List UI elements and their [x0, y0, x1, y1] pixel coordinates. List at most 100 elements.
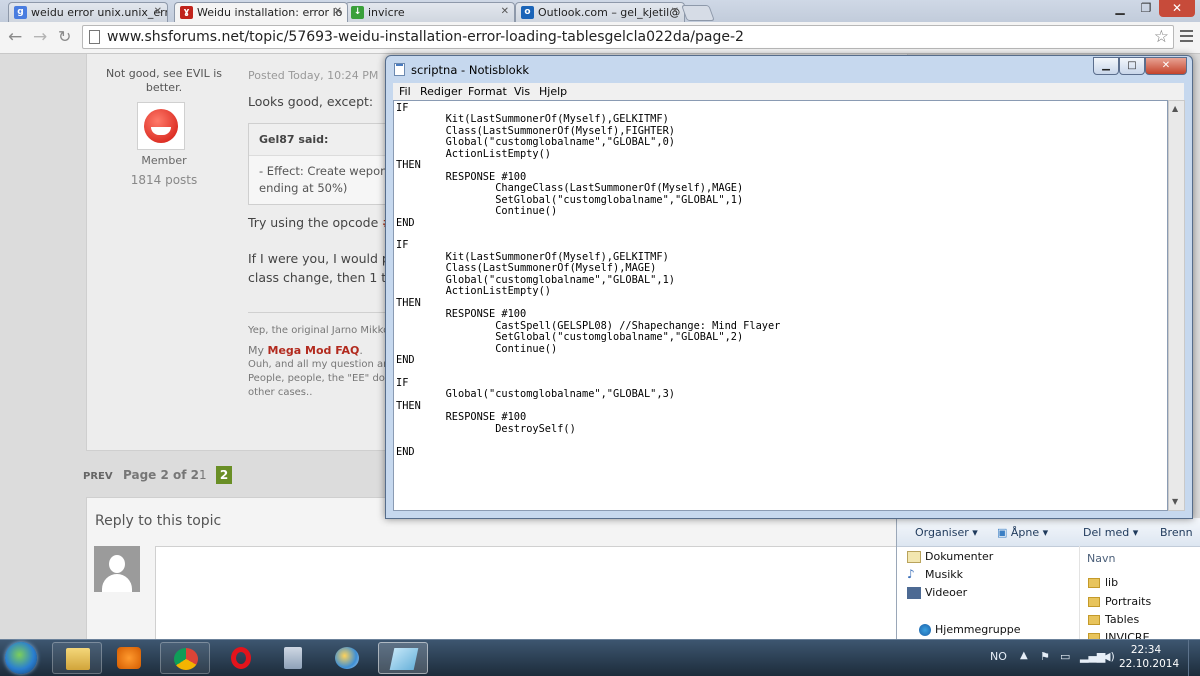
tab-close-icon[interactable]: ✕ — [154, 6, 162, 17]
volume-icon[interactable]: ◀) — [1102, 650, 1115, 663]
notepad-scrollbar[interactable]: ▲ ▼ — [1168, 100, 1185, 511]
command-label: Organiser — [915, 526, 969, 539]
scroll-down-icon[interactable]: ▼ — [1172, 497, 1178, 506]
explorer-window: Organiser ▾ ▣ Åpne ▾ Del med ▾ Brenn Dok… — [896, 518, 1200, 644]
post-line: Looks good, except: — [248, 94, 374, 109]
taskbar-notepad[interactable] — [378, 642, 428, 674]
taskbar-calculator[interactable] — [268, 642, 318, 674]
pagination-page-1[interactable]: 1 — [199, 468, 207, 482]
notepad-icon — [389, 648, 419, 670]
close-button[interactable]: ✕ — [1159, 0, 1195, 17]
system-clock[interactable]: 22:34 22.10.2014 — [1119, 643, 1180, 671]
menu-fil[interactable]: Fil — [399, 85, 411, 98]
quote-line: ending at 50%) — [259, 181, 348, 195]
signature-line: other cases.. — [248, 387, 313, 398]
reply-editor[interactable] — [155, 546, 907, 648]
devil-avatar-icon — [144, 109, 178, 143]
avatar-head — [109, 555, 125, 573]
taskbar-opera[interactable] — [216, 642, 266, 674]
battery-icon[interactable]: ▭ — [1060, 650, 1070, 663]
notepad-minimize-button[interactable]: ▁ — [1093, 57, 1119, 75]
nav-item-videos[interactable]: Videoer — [925, 586, 967, 599]
signature-line: Yep, the original Jarno Mikko — [248, 325, 390, 336]
back-icon[interactable]: ← — [8, 27, 22, 47]
pagination-label: Page 2 of 2 — [123, 468, 199, 482]
new-tab-button[interactable] — [681, 5, 715, 21]
show-hidden-icons[interactable]: ▲ — [1020, 650, 1028, 661]
minimize-button[interactable]: ▁ — [1107, 0, 1133, 17]
tab-weidu-error[interactable]: g weidu error unix.unix_erro ✕ — [8, 2, 168, 22]
tab-title: Outlook.com – gel_kjetil@ — [538, 6, 681, 19]
paint-icon — [335, 647, 359, 669]
tab-title: Weidu installation: error lo — [197, 6, 343, 19]
avatar-body — [102, 574, 132, 592]
notepad-maximize-button[interactable]: □ — [1119, 57, 1145, 75]
address-bar[interactable]: www.shsforums.net/topic/57693-weidu-inst… — [82, 25, 1174, 49]
organize-button[interactable]: Organiser ▾ — [915, 526, 978, 539]
file-item[interactable]: Portraits — [1105, 595, 1151, 608]
scroll-up-icon[interactable]: ▲ — [1172, 104, 1178, 113]
tab-close-icon[interactable]: ✕ — [671, 6, 679, 17]
clock-date: 22.10.2014 — [1119, 658, 1180, 670]
tab-outlook[interactable]: o Outlook.com – gel_kjetil@ ✕ — [515, 2, 685, 22]
taskbar-chrome[interactable] — [160, 642, 210, 674]
tab-close-icon[interactable]: ✕ — [501, 6, 509, 17]
pagination-prev[interactable]: PREV — [83, 471, 113, 482]
signature-divider — [248, 312, 386, 313]
folder-icon — [1088, 597, 1100, 607]
taskbar-paint[interactable] — [322, 642, 372, 674]
menu-format[interactable]: Format — [468, 85, 507, 98]
flag-icon[interactable]: ⚑ — [1040, 650, 1050, 663]
file-item[interactable]: Tables — [1105, 613, 1139, 626]
tab-close-icon[interactable]: ✕ — [334, 6, 342, 17]
language-indicator[interactable]: NO — [990, 650, 1007, 663]
tab-invicre[interactable]: ↓ invicre ✕ — [345, 2, 515, 22]
nav-item-homegroup[interactable]: Hjemmegruppe — [935, 623, 1021, 636]
folder-icon — [1088, 578, 1100, 588]
post-line: If I were you, I would pl — [248, 251, 394, 266]
reload-icon[interactable]: ↻ — [58, 27, 71, 47]
mega-mod-faq-link[interactable]: Mega Mod FAQ — [268, 344, 360, 357]
member-group: Member — [141, 154, 187, 167]
notepad-window[interactable]: scriptna - Notisblokk ▁ □ ✕ Fil Rediger … — [385, 55, 1193, 519]
pane-divider — [1079, 546, 1080, 640]
taskbar-explorer[interactable] — [52, 642, 102, 674]
notepad-close-button[interactable]: ✕ — [1145, 57, 1187, 75]
default-avatar-icon — [94, 546, 140, 592]
restore-button[interactable]: ❐ — [1133, 0, 1159, 17]
signature-text: . — [359, 344, 363, 357]
bookmark-star-icon[interactable]: ☆ — [1154, 27, 1169, 47]
burn-button[interactable]: Brenn — [1160, 526, 1193, 539]
show-desktop-button[interactable] — [1188, 640, 1200, 676]
reply-title: Reply to this topic — [95, 513, 222, 529]
share-button[interactable]: Del med ▾ — [1083, 526, 1138, 539]
url-text[interactable]: www.shsforums.net/topic/57693-weidu-inst… — [107, 29, 744, 45]
folder-icon — [1088, 615, 1100, 625]
signature-line: People, people, the "EE" does — [248, 373, 397, 384]
command-label: Åpne — [1010, 526, 1040, 539]
notepad-titlebar[interactable]: scriptna - Notisblokk ▁ □ ✕ — [386, 56, 1192, 82]
tab-weidu-installation[interactable]: ɣ Weidu installation: error lo ✕ — [174, 2, 348, 22]
script-code[interactable]: IF Kit(LastSummonerOf(Myself),GELKITMF) … — [396, 102, 780, 458]
open-button[interactable]: ▣ Åpne ▾ — [997, 526, 1048, 539]
nav-item-documents[interactable]: Dokumenter — [925, 550, 993, 563]
start-button[interactable] — [5, 642, 37, 674]
menu-vis[interactable]: Vis — [514, 85, 530, 98]
column-header-name[interactable]: Navn — [1087, 552, 1115, 565]
menu-rediger[interactable]: Rediger — [420, 85, 462, 98]
taskbar-media-player[interactable] — [104, 642, 154, 674]
nav-item-music[interactable]: Musikk — [925, 568, 963, 581]
pagination-page-2[interactable]: 2 — [216, 466, 232, 484]
post-text: Try using the opcode — [248, 215, 383, 230]
menu-hjelp[interactable]: Hjelp — [539, 85, 567, 98]
avatar[interactable] — [137, 102, 185, 150]
calculator-icon — [284, 647, 302, 669]
post-count: 1814 posts — [130, 173, 198, 187]
file-item[interactable]: lib — [1105, 576, 1118, 589]
notepad-text-area[interactable]: IF Kit(LastSummonerOf(Myself),GELKITMF) … — [393, 100, 1168, 511]
quote-line: - Effect: Create wepon( — [259, 164, 392, 178]
forward-icon[interactable]: → — [33, 27, 47, 47]
notepad-title: scriptna - Notisblokk — [411, 63, 530, 77]
documents-icon — [907, 551, 921, 563]
chrome-menu-icon[interactable] — [1180, 30, 1193, 45]
